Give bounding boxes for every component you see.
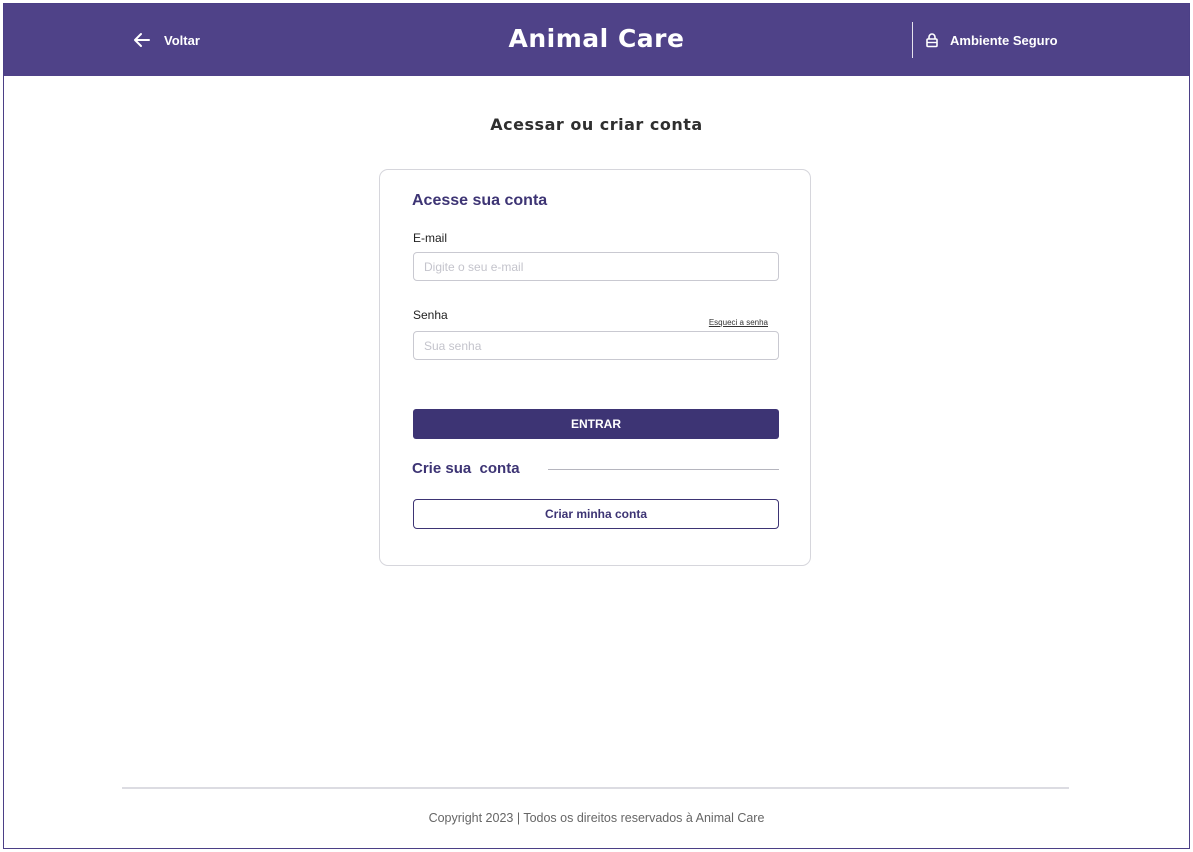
signup-title: Crie sua conta xyxy=(412,460,520,477)
password-label: Senha xyxy=(413,308,448,322)
footer-divider xyxy=(122,787,1069,789)
top-header: Voltar Animal Care Ambiente Seguro xyxy=(4,4,1189,76)
login-title: Acesse sua conta xyxy=(412,192,548,209)
secure-environment: Ambiente Seguro xyxy=(924,32,1058,48)
password-field[interactable] xyxy=(413,331,779,360)
header-divider xyxy=(912,22,913,58)
page-frame: Voltar Animal Care Ambiente Seguro Acess… xyxy=(3,3,1190,849)
footer-copyright: Copyright 2023 | Todos os direitos reser… xyxy=(428,811,765,825)
create-account-button[interactable]: Criar minha conta xyxy=(413,499,779,529)
login-card: Acesse sua conta E-mail Senha Esqueci a … xyxy=(379,169,811,566)
lock-icon xyxy=(926,33,938,48)
email-label: E-mail xyxy=(413,231,448,245)
email-field[interactable] xyxy=(413,252,779,281)
page-title: Acessar ou criar conta xyxy=(490,115,703,134)
login-button[interactable]: ENTRAR xyxy=(413,409,779,439)
secure-label: Ambiente Seguro xyxy=(950,32,1058,48)
signup-divider xyxy=(548,469,779,470)
forgot-password-link[interactable]: Esqueci a senha xyxy=(709,318,768,327)
